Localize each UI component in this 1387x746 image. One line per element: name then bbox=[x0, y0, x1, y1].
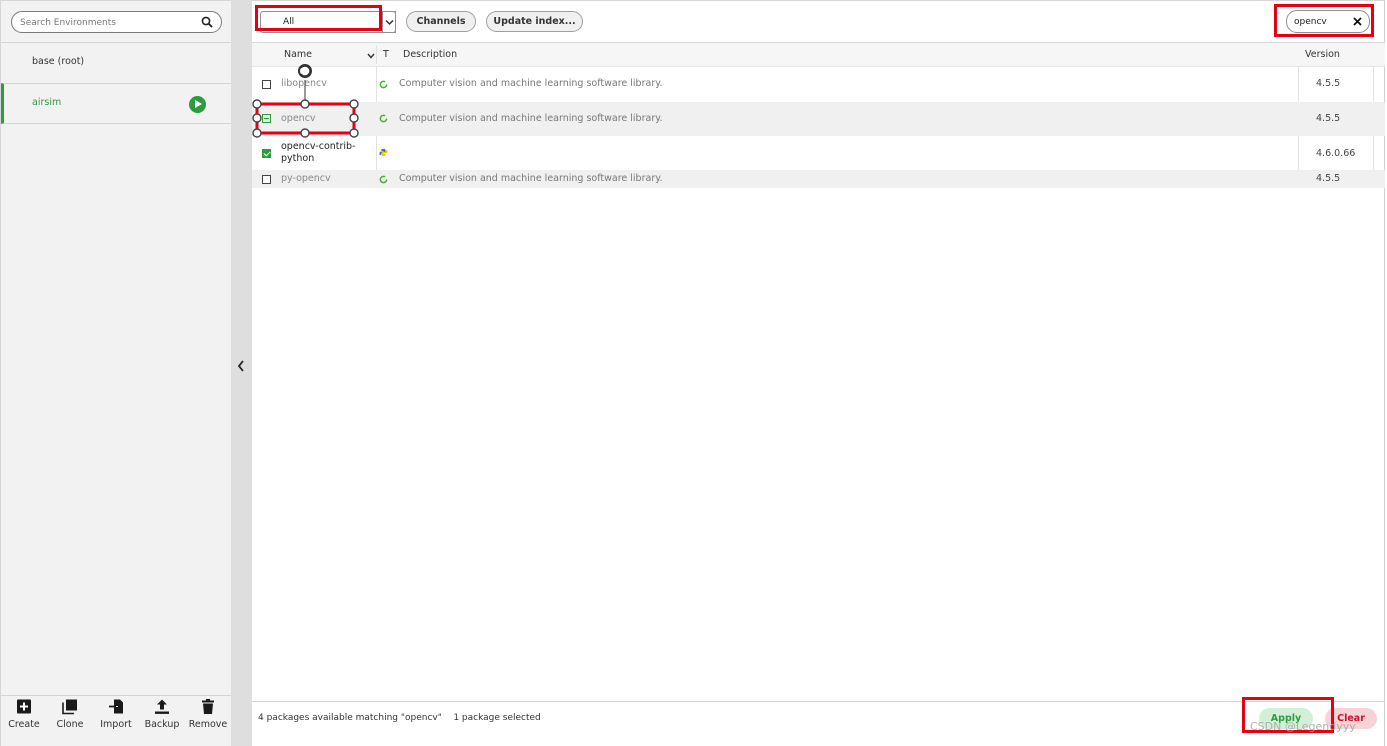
column-version[interactable]: Version bbox=[1305, 49, 1340, 60]
table-header: Name T Description Version bbox=[252, 43, 1385, 67]
plus-square-icon bbox=[17, 699, 31, 714]
play-icon[interactable] bbox=[189, 96, 206, 113]
column-type[interactable]: T bbox=[383, 49, 389, 60]
create-button[interactable]: Create bbox=[4, 698, 44, 730]
python-icon bbox=[379, 148, 388, 157]
import-icon bbox=[109, 699, 123, 714]
environment-actions: Create Clone Import Backup Remove bbox=[1, 695, 232, 735]
environment-name: base (root) bbox=[32, 56, 85, 67]
package-name: opencv-contrib-python bbox=[281, 141, 356, 164]
package-description: Computer vision and machine learning sof… bbox=[399, 78, 663, 89]
update-index-button[interactable]: Update index... bbox=[486, 11, 583, 32]
trash-icon bbox=[202, 699, 214, 714]
table-row[interactable]: opencv Computer vision and machine learn… bbox=[252, 102, 1385, 136]
table-row[interactable]: libopencv Computer vision and machine le… bbox=[252, 67, 1385, 102]
filter-value: All bbox=[283, 17, 295, 27]
package-version: 4.5.5 bbox=[1316, 78, 1341, 89]
sort-chevron-icon[interactable] bbox=[367, 53, 375, 59]
backup-button[interactable]: Backup bbox=[142, 698, 182, 730]
conda-ring-icon bbox=[379, 114, 388, 123]
clone-icon bbox=[62, 699, 77, 715]
environment-search[interactable] bbox=[11, 11, 222, 33]
environments-panel: base (root) airsim Create Clone bbox=[0, 0, 232, 746]
environment-name: airsim bbox=[32, 97, 62, 108]
table-row[interactable]: py-opencv Computer vision and machine le… bbox=[252, 170, 1385, 188]
conda-ring-icon bbox=[379, 80, 388, 89]
chevron-left-icon[interactable] bbox=[236, 359, 246, 373]
channels-button[interactable]: Channels bbox=[406, 11, 476, 32]
remove-button[interactable]: Remove bbox=[188, 698, 228, 730]
packages-panel: All Channels Update index... opencv Name… bbox=[252, 0, 1385, 746]
package-checkbox[interactable] bbox=[262, 149, 271, 158]
environment-item-airsim[interactable]: airsim bbox=[1, 83, 231, 124]
selection-handles bbox=[252, 64, 359, 138]
status-bar: 4 packages available matching "opencv" 1… bbox=[252, 701, 1385, 735]
environment-search-input[interactable] bbox=[20, 15, 200, 30]
filter-dropdown-button[interactable] bbox=[382, 11, 396, 33]
environment-item-base[interactable]: base (root) bbox=[1, 42, 231, 83]
environment-list: base (root) airsim bbox=[1, 42, 231, 124]
package-version: 4.5.5 bbox=[1316, 173, 1341, 184]
clone-button[interactable]: Clone bbox=[50, 698, 90, 730]
upload-icon bbox=[155, 699, 169, 714]
package-name: py-opencv bbox=[281, 173, 331, 184]
package-description: Computer vision and machine learning sof… bbox=[399, 173, 663, 184]
status-text: 4 packages available matching "opencv" 1… bbox=[258, 713, 541, 723]
watermark: CSDN @Legendyyy bbox=[1250, 720, 1356, 733]
search-icon[interactable] bbox=[201, 16, 213, 28]
conda-ring-icon bbox=[379, 175, 388, 184]
package-search-value: opencv bbox=[1294, 17, 1327, 27]
package-version: 4.6.0.66 bbox=[1316, 148, 1356, 159]
column-separator bbox=[376, 46, 377, 64]
toolbar: All Channels Update index... opencv bbox=[252, 1, 1385, 43]
package-checkbox[interactable] bbox=[262, 175, 271, 184]
column-name[interactable]: Name bbox=[284, 49, 312, 60]
close-icon[interactable] bbox=[1353, 17, 1362, 26]
package-search-input[interactable]: opencv bbox=[1286, 10, 1370, 33]
package-description: Computer vision and machine learning sof… bbox=[399, 113, 663, 124]
table-row[interactable]: opencv-contrib-python 4.6.0.66 bbox=[252, 136, 1385, 170]
package-version: 4.5.5 bbox=[1316, 113, 1341, 124]
column-description[interactable]: Description bbox=[403, 49, 457, 60]
package-filter-select[interactable]: All bbox=[260, 11, 396, 33]
chevron-down-icon bbox=[385, 19, 394, 26]
import-button[interactable]: Import bbox=[96, 698, 136, 730]
